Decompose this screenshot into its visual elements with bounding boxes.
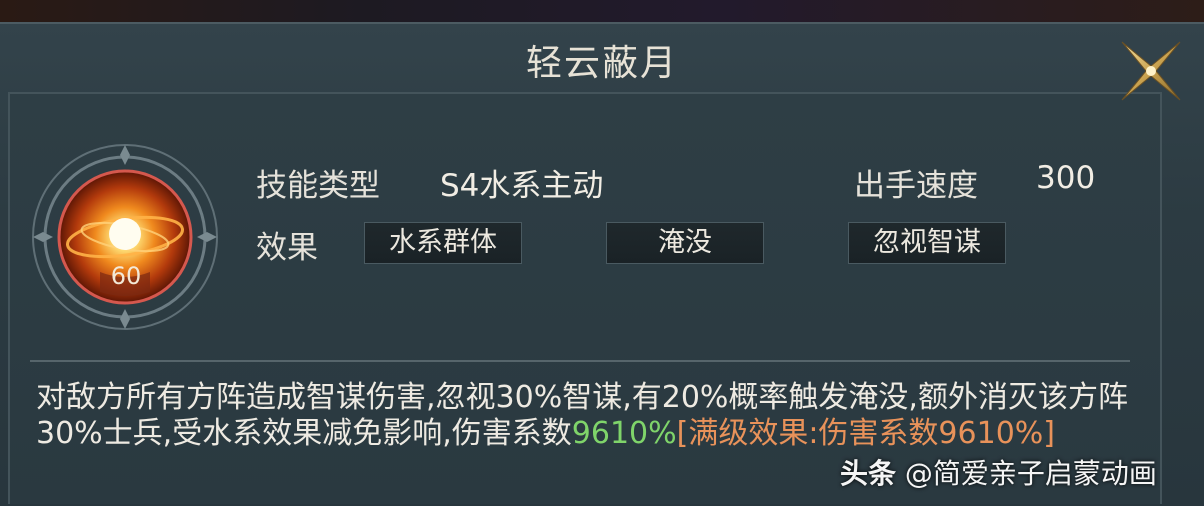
divider [30, 360, 1130, 362]
sun-vortex-skill-icon [32, 144, 218, 330]
skill-level: 60 [110, 262, 142, 290]
watermark: 头条 @简爱亲子启蒙动画 [840, 452, 1157, 492]
max-level-effect: [满级效果:伤害系数9610%] [676, 416, 1055, 451]
watermark-brand: 头条 [840, 457, 897, 490]
dialog-title: 轻云蔽月 [525, 43, 678, 84]
close-button[interactable] [1118, 38, 1184, 104]
effect-tag: 水系群体 [364, 222, 522, 264]
watermark-account: @简爱亲子启蒙动画 [904, 457, 1157, 490]
speed-label: 出手速度 [854, 168, 978, 204]
effect-tag: 忽视智谋 [848, 222, 1006, 264]
effect-label: 效果 [256, 230, 318, 266]
damage-coefficient: 9610% [571, 416, 677, 451]
effect-tag: 淹没 [606, 222, 764, 264]
speed-value: 300 [1036, 160, 1096, 196]
skill-icon-frame [30, 142, 220, 332]
close-x-icon [1121, 41, 1181, 101]
skill-description: 对敌方所有方阵造成智谋伤害,忽视30%智谋,有20%概率触发淹没,额外消灭该方阵… [36, 380, 1146, 452]
skill-type-label: 技能类型 [256, 168, 380, 204]
skill-type-value: S4水系主动 [440, 168, 604, 204]
